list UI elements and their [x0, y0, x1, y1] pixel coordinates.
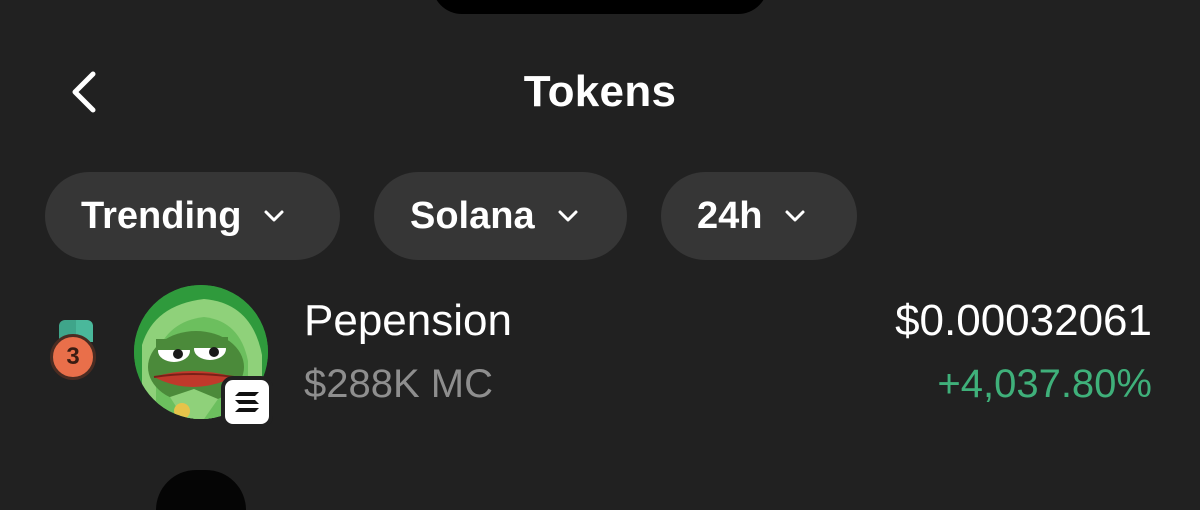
filter-chain-dropdown[interactable]: Solana: [374, 172, 627, 260]
chevron-down-icon: [557, 209, 579, 223]
token-market-cap: $288K MC: [304, 362, 493, 406]
chevron-down-icon: [784, 209, 806, 223]
header: Tokens: [0, 60, 1200, 124]
filter-trending-dropdown[interactable]: Trending: [45, 172, 340, 260]
rank-medal-icon: 3: [50, 320, 102, 380]
filter-bar: Trending Solana 24h: [45, 172, 857, 260]
filter-trending-label: Trending: [81, 194, 242, 237]
rank-number: 3: [50, 334, 96, 380]
device-notch: [432, 0, 768, 14]
filter-chain-label: Solana: [410, 194, 535, 237]
chevron-down-icon: [263, 209, 285, 223]
token-row[interactable]: 3 Pepension $288K MC $0.00032061 +4,037.…: [0, 282, 1200, 432]
filter-timeframe-dropdown[interactable]: 24h: [661, 172, 857, 260]
token-price: $0.00032061: [895, 296, 1152, 345]
solana-icon: [221, 376, 273, 428]
token-price-change: +4,037.80%: [937, 362, 1152, 406]
next-token-avatar: [156, 470, 246, 510]
token-name: Pepension: [304, 296, 512, 345]
filter-timeframe-label: 24h: [697, 194, 763, 237]
token-avatar-wrapper: [134, 285, 274, 428]
page-title: Tokens: [523, 67, 677, 116]
